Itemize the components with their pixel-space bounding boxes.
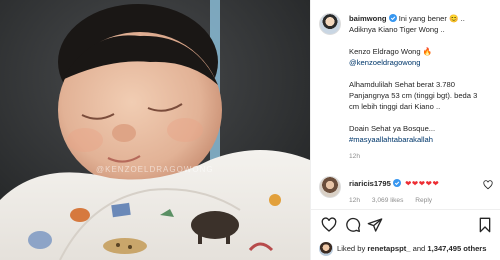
commenter-avatar[interactable] bbox=[319, 176, 341, 198]
comment-text: ❤❤❤❤❤ bbox=[405, 179, 440, 188]
caption-line-1: Ini yang bener 😊 .. bbox=[398, 14, 465, 23]
liker-avatar[interactable] bbox=[319, 242, 333, 256]
comment-icon[interactable] bbox=[345, 217, 361, 233]
likes-count[interactable]: 1,347,495 others bbox=[427, 244, 486, 253]
likes-summary: Liked by renetapspt_ and 1,347,495 other… bbox=[319, 242, 487, 256]
action-bar bbox=[319, 217, 493, 235]
caption-line-6: cm lebih tinggi dari Kiano .. bbox=[349, 102, 441, 111]
comments-area: baimwong Ini yang bener 😊 .. Adiknya Kia… bbox=[311, 0, 500, 226]
caption-line-3: Kenzo Eldrago Wong 🔥 bbox=[349, 47, 433, 56]
liked-by-user[interactable]: renetapspt_ bbox=[367, 244, 410, 253]
verified-badge-icon bbox=[392, 179, 401, 187]
post-side-panel: baimwong Ini yang bener 😊 .. Adiknya Kia… bbox=[310, 0, 500, 260]
photo-watermark: @KENZOELDRAGOWONG bbox=[96, 165, 214, 174]
section-divider bbox=[311, 209, 500, 210]
caption-mention-link[interactable]: @kenzoeldragowong bbox=[349, 57, 495, 68]
post-caption: baimwong Ini yang bener 😊 .. Adiknya Kia… bbox=[349, 13, 495, 162]
caption-hashtag-link[interactable]: #masyaallahtabarakallah bbox=[349, 134, 495, 145]
caption-line-2: Adiknya Kiano Tiger Wong .. bbox=[349, 25, 445, 34]
comment-timestamp[interactable]: 12h bbox=[349, 197, 360, 204]
caption-timestamp[interactable]: 12h bbox=[349, 151, 495, 162]
comment: riaricis1795 ❤❤❤❤❤ bbox=[349, 178, 489, 189]
caption-line-5: Panjangnya 53 cm (tinggi bgt). beda 3 bbox=[349, 91, 478, 100]
author-avatar[interactable] bbox=[319, 13, 341, 35]
caption-line-7: Doain Sehat ya Bosque... bbox=[349, 124, 436, 133]
baby-photo bbox=[0, 0, 310, 260]
verified-badge-icon bbox=[388, 14, 397, 22]
liked-by-prefix: Liked by bbox=[337, 244, 366, 253]
commenter-username[interactable]: riaricis1795 bbox=[349, 179, 391, 188]
heart-icon[interactable] bbox=[321, 217, 337, 233]
caption-line-4: Alhamdulilah Sehat berat 3.780 bbox=[349, 80, 455, 89]
comment-likes[interactable]: 3,069 likes bbox=[372, 197, 404, 204]
post-photo[interactable]: @KENZOELDRAGOWONG bbox=[0, 0, 310, 260]
share-icon[interactable] bbox=[367, 217, 383, 233]
liked-by-and: and bbox=[412, 244, 426, 253]
bookmark-icon[interactable] bbox=[477, 217, 493, 233]
comment-meta: 12h 3,069 likes Reply bbox=[349, 197, 442, 204]
comment-heart-icon[interactable] bbox=[483, 180, 493, 190]
comment-reply-button[interactable]: Reply bbox=[415, 197, 432, 204]
author-username[interactable]: baimwong bbox=[349, 14, 387, 23]
